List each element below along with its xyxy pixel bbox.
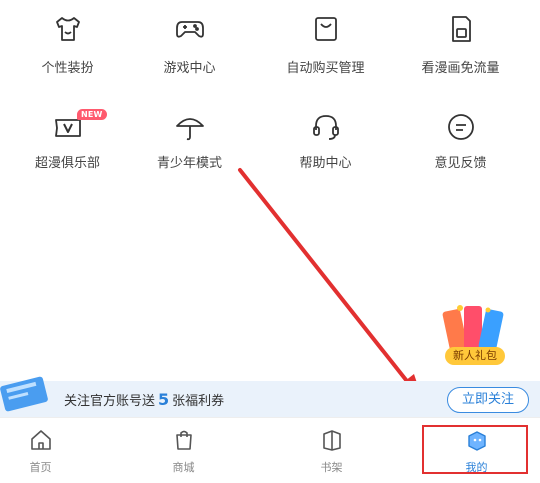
menu-label: 自动购买管理 <box>286 61 365 76</box>
gamepad-icon <box>175 21 204 38</box>
banner-text-after: 张福利券 <box>172 394 225 409</box>
umbrella-icon <box>175 118 204 141</box>
banner-text: 关注官方账号送 5 张福利券 <box>64 390 224 409</box>
menu-item-super-club[interactable]: 超漫俱乐部 <box>0 100 135 190</box>
tshirt-icon <box>55 17 80 41</box>
headset-icon <box>312 115 339 140</box>
annotation-highlight-box <box>422 425 528 474</box>
menu-label: 帮助中心 <box>299 156 352 171</box>
menu-item-feedback[interactable]: 意见反馈 <box>393 100 528 190</box>
menu-item-dress-up[interactable]: 个性装扮 <box>0 0 135 90</box>
tab-label: 书架 <box>320 461 343 474</box>
gift-label[interactable]: 新人礼包 <box>445 347 505 365</box>
books-icon <box>322 430 341 451</box>
coupon-count: 5 <box>158 390 170 409</box>
tab-label: 首页 <box>29 461 52 474</box>
menu-label: 游戏中心 <box>163 61 216 76</box>
tab-home[interactable]: 首页 <box>0 418 108 483</box>
sim-card-icon <box>451 16 471 42</box>
feature-grid: 个性装扮 游戏中心 自动购买管理 看漫画免流量 超漫俱乐部 NEW 青少年模式 … <box>0 0 540 200</box>
new-badge: NEW <box>77 109 107 120</box>
tab-mall[interactable]: 商城 <box>116 418 251 483</box>
menu-label: 超漫俱乐部 <box>34 156 100 171</box>
menu-label: 个性装扮 <box>41 61 94 76</box>
tab-bookshelf[interactable]: 书架 <box>264 418 399 483</box>
menu-item-auto-purchase[interactable]: 自动购买管理 <box>258 0 393 90</box>
menu-label: 看漫画免流量 <box>421 61 500 76</box>
banner-text-before: 关注官方账号送 <box>64 394 156 409</box>
tab-label: 商城 <box>172 461 195 474</box>
menu-item-help-center[interactable]: 帮助中心 <box>258 100 393 190</box>
menu-item-teen-mode[interactable]: 青少年模式 <box>122 100 257 190</box>
shopping-bag-icon <box>175 430 192 450</box>
feedback-icon <box>447 114 474 140</box>
menu-label: 青少年模式 <box>156 156 222 171</box>
follow-now-button[interactable]: 立即关注 <box>447 387 529 413</box>
coupon-card-icon <box>0 376 48 412</box>
menu-item-game-center[interactable]: 游戏中心 <box>122 0 257 90</box>
menu-label: 意见反馈 <box>434 156 487 171</box>
home-icon <box>30 430 51 450</box>
menu-item-free-data[interactable]: 看漫画免流量 <box>393 0 528 90</box>
shopping-bag-icon <box>314 17 337 41</box>
